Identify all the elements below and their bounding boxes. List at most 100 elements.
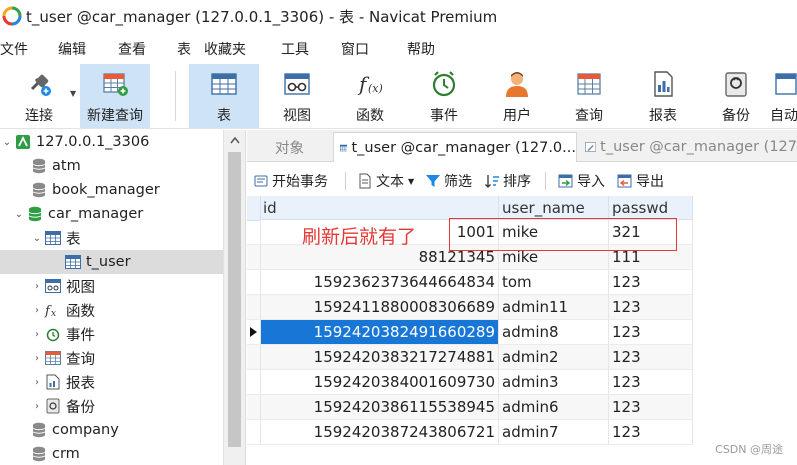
- menu-view[interactable]: 查看: [118, 39, 146, 59]
- cell-passwd[interactable]: 123: [609, 395, 693, 420]
- cell-id[interactable]: 1592420386115538945: [261, 395, 499, 420]
- cell-id[interactable]: 1592362373644664834: [261, 270, 499, 295]
- reports-label: 报表: [66, 375, 95, 392]
- export-button[interactable]: 导出: [617, 171, 664, 191]
- tree-db-book-manager[interactable]: book_manager: [0, 178, 224, 202]
- tree-db-company[interactable]: company: [0, 418, 224, 442]
- chevron-down-icon[interactable]: ⌄: [30, 231, 44, 245]
- new-query-button[interactable]: 新建查询: [80, 64, 150, 128]
- cell-user-name[interactable]: admin7: [499, 420, 609, 445]
- chevron-down-icon[interactable]: ⌄: [12, 207, 26, 221]
- cell-user-name[interactable]: admin11: [499, 295, 609, 320]
- cell-user-name[interactable]: admin8: [499, 320, 609, 345]
- tree-events[interactable]: › 事件: [0, 322, 224, 346]
- chevron-right-icon[interactable]: ›: [30, 303, 44, 317]
- row-indicator[interactable]: [247, 270, 261, 295]
- user-button[interactable]: 用户: [484, 64, 550, 128]
- cell-passwd[interactable]: 123: [609, 270, 693, 295]
- automation-button[interactable]: 自动: [770, 64, 797, 128]
- tree-db-car-manager[interactable]: ⌄ car_manager: [0, 202, 224, 226]
- cell-user-name[interactable]: tom: [499, 270, 609, 295]
- cell-id[interactable]: 1592420387243806721: [261, 420, 499, 445]
- tree-views[interactable]: › 视图: [0, 274, 224, 298]
- tree-db-atm[interactable]: atm: [0, 154, 224, 178]
- tree-reports[interactable]: › 报表: [0, 370, 224, 394]
- report-label: 报表: [649, 108, 677, 124]
- filter-button[interactable]: 筛选: [425, 171, 472, 191]
- cell-passwd[interactable]: 123: [609, 345, 693, 370]
- menu-tools[interactable]: 工具: [281, 39, 309, 59]
- cell-passwd[interactable]: 123: [609, 420, 693, 445]
- database-icon: [30, 421, 48, 439]
- query-label: 查询: [575, 108, 603, 124]
- connect-dropdown-icon[interactable]: ▼: [70, 89, 76, 98]
- tree-queries[interactable]: › 查询: [0, 346, 224, 370]
- menu-favorites[interactable]: 收藏夹: [204, 39, 246, 59]
- row-indicator[interactable]: [247, 420, 261, 445]
- menu-help[interactable]: 帮助: [407, 39, 435, 59]
- scroll-up-icon[interactable]: [230, 136, 240, 144]
- tab-t-user-2[interactable]: t_user @car_manager (127: [579, 132, 797, 162]
- report-button[interactable]: 报表: [630, 64, 696, 128]
- table-button[interactable]: 表: [189, 64, 259, 128]
- chevron-down-icon[interactable]: ▼: [408, 177, 414, 186]
- sort-button[interactable]: 排序: [484, 171, 531, 191]
- view-icon: [44, 277, 62, 295]
- tree-backups[interactable]: › 备份: [0, 394, 224, 418]
- query-button[interactable]: 查询: [556, 64, 622, 128]
- tab-objects[interactable]: 对象: [275, 132, 304, 162]
- column-header-id[interactable]: id: [261, 196, 499, 220]
- begin-transaction-label: 开始事务: [272, 174, 328, 190]
- nav-scrollbar[interactable]: [223, 130, 245, 465]
- column-header-passwd[interactable]: passwd: [609, 196, 693, 220]
- row-indicator[interactable]: [247, 245, 261, 270]
- chevron-down-icon[interactable]: ⌄: [0, 135, 14, 149]
- tab-t-user-1[interactable]: t_user @car_manager (127.0...: [333, 132, 577, 162]
- tree-table-t-user[interactable]: t_user: [0, 250, 224, 274]
- cell-user-name[interactable]: admin2: [499, 345, 609, 370]
- view-button[interactable]: 视图: [264, 64, 330, 128]
- automation-icon: [770, 69, 797, 99]
- begin-transaction-button[interactable]: 开始事务: [253, 171, 328, 191]
- tree-db-crm[interactable]: crm: [0, 442, 224, 465]
- cell-id[interactable]: 1592411880008306689: [261, 295, 499, 320]
- row-indicator[interactable]: [247, 395, 261, 420]
- cell-id-selected[interactable]: 1592420382491660289: [261, 320, 499, 345]
- connect-button[interactable]: 连接: [8, 64, 70, 128]
- row-indicator[interactable]: [247, 220, 261, 245]
- menu-table[interactable]: 表: [177, 39, 191, 59]
- tree-connection[interactable]: ⌄ 127.0.0.1_3306: [0, 130, 224, 154]
- function-button[interactable]: f (x) 函数: [337, 64, 403, 128]
- chevron-right-icon[interactable]: ›: [30, 375, 44, 389]
- chevron-right-icon[interactable]: ›: [30, 399, 44, 413]
- table-label: 表: [217, 108, 231, 124]
- menu-edit[interactable]: 编辑: [58, 39, 86, 59]
- cell-passwd[interactable]: 123: [609, 320, 693, 345]
- row-indicator[interactable]: [247, 295, 261, 320]
- toolbar-divider: [175, 71, 176, 121]
- mysql-connection-icon: [14, 133, 32, 151]
- scrollbar-thumb[interactable]: [228, 152, 241, 447]
- cell-passwd[interactable]: 123: [609, 295, 693, 320]
- row-indicator[interactable]: [247, 370, 261, 395]
- backup-button[interactable]: 备份: [703, 64, 769, 128]
- cell-passwd[interactable]: 123: [609, 370, 693, 395]
- text-button[interactable]: 文本 ▼: [357, 171, 414, 191]
- event-button[interactable]: 事件: [411, 64, 477, 128]
- cell-user-name[interactable]: admin6: [499, 395, 609, 420]
- cell-id[interactable]: 1592420383217274881: [261, 345, 499, 370]
- chevron-right-icon[interactable]: ›: [30, 279, 44, 293]
- tree-functions[interactable]: › fx 函数: [0, 298, 224, 322]
- column-header-user-name[interactable]: user_name: [499, 196, 609, 220]
- cell-user-name[interactable]: admin3: [499, 370, 609, 395]
- chevron-right-icon[interactable]: ›: [30, 351, 44, 365]
- chevron-right-icon[interactable]: ›: [30, 327, 44, 341]
- window-title: t_user @car_manager (127.0.0.1_3306) - 表…: [26, 7, 498, 26]
- import-button[interactable]: 导入: [558, 171, 605, 191]
- menu-file[interactable]: 文件: [0, 39, 28, 59]
- tree-tables-group[interactable]: ⌄ 表: [0, 226, 224, 250]
- cell-id[interactable]: 1592420384001609730: [261, 370, 499, 395]
- menu-window[interactable]: 窗口: [341, 39, 369, 59]
- current-row-indicator[interactable]: [247, 320, 261, 345]
- row-indicator[interactable]: [247, 345, 261, 370]
